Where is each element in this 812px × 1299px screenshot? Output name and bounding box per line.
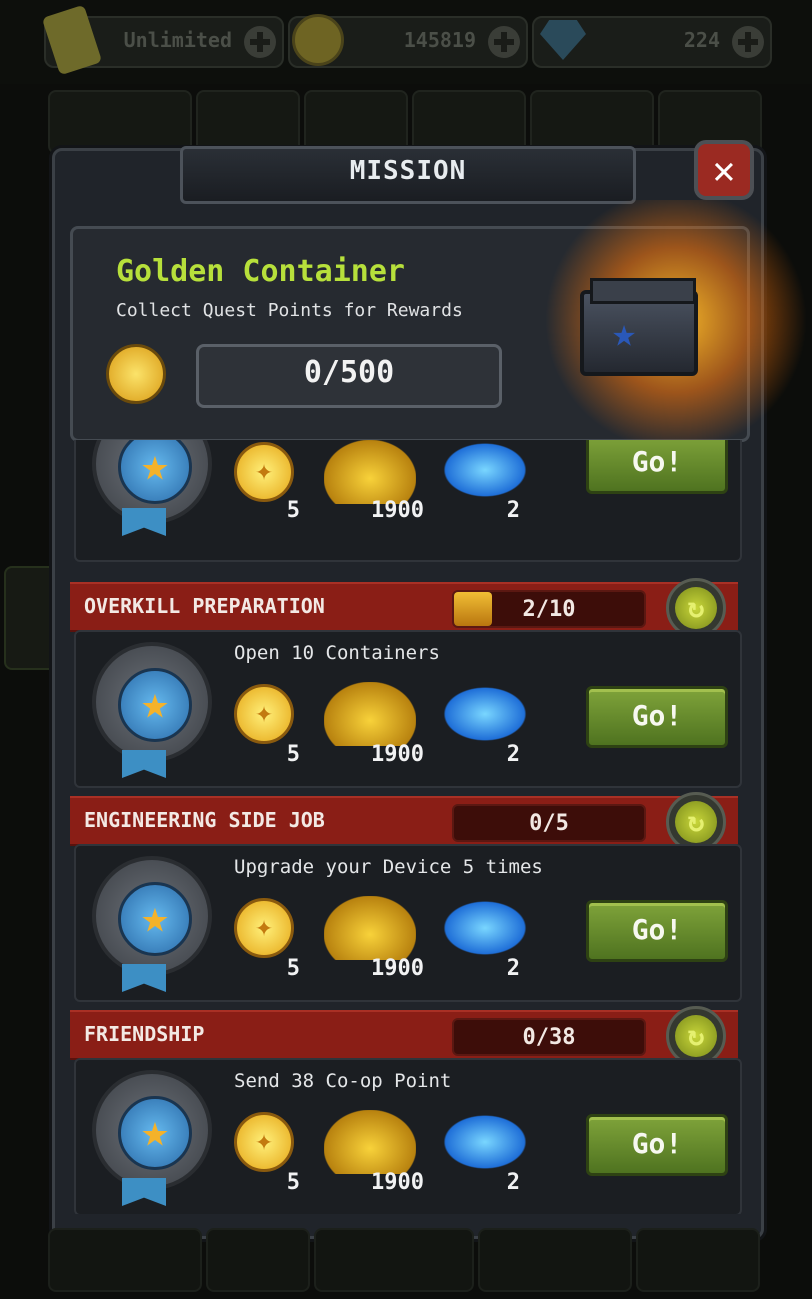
coin-counter[interactable]: 145819 xyxy=(288,14,528,68)
background-tab xyxy=(196,90,300,154)
add-gems-button[interactable] xyxy=(732,26,764,58)
background-tab xyxy=(48,90,192,154)
mission-progress-bar: 0/5 xyxy=(452,804,646,842)
mission-item: ENGINEERING SIDE JOB 0/5 ↻ ★ Upgrade you… xyxy=(70,792,742,1002)
background-tab xyxy=(530,90,654,154)
go-button[interactable]: Go! xyxy=(586,900,728,962)
mission-list[interactable]: ★ 5 1900 2 Go! OVERKILL PREPARATION 2/10… xyxy=(70,440,742,1214)
golden-container-title: Golden Container xyxy=(116,254,405,289)
background-nav-button xyxy=(478,1228,632,1292)
mission-description: Open 10 Containers xyxy=(234,642,440,664)
reward-quest-points: 5 xyxy=(286,1170,300,1195)
refresh-mission-button[interactable]: ↻ xyxy=(666,578,726,638)
rank-badge-icon: ★ xyxy=(92,642,212,762)
background-nav-button xyxy=(636,1228,760,1292)
mission-header: OVERKILL PREPARATION 2/10 ↻ xyxy=(70,578,738,638)
reward-coins: 1900 xyxy=(371,498,424,523)
gold-coins-icon xyxy=(324,1110,416,1174)
reward-gems: 2 xyxy=(506,956,520,981)
mission-item: ★ 5 1900 2 Go! xyxy=(70,440,742,562)
quest-point-icon xyxy=(234,898,294,958)
mission-body: ★ Send 38 Co-op Point 5 1900 2 Go! xyxy=(74,1058,742,1214)
reward-gems: 2 xyxy=(506,1170,520,1195)
add-coins-button[interactable] xyxy=(488,26,520,58)
golden-container-progress-text: 0/500 xyxy=(303,355,395,390)
golden-chest-icon[interactable]: ★ xyxy=(580,278,698,376)
refresh-icon: ↻ xyxy=(675,587,717,629)
quest-point-icon xyxy=(106,344,166,404)
mission-header: FRIENDSHIP 0/38 ↻ xyxy=(70,1006,738,1066)
add-energy-button[interactable] xyxy=(244,26,276,58)
reward-quest-points: 5 xyxy=(286,742,300,767)
badge-ribbon xyxy=(122,508,166,536)
background-nav-button xyxy=(314,1228,474,1292)
gems-icon xyxy=(442,900,528,956)
mission-header: ENGINEERING SIDE JOB 0/5 ↻ xyxy=(70,792,738,852)
gold-coins-icon xyxy=(324,896,416,960)
energy-counter[interactable]: Unlimited xyxy=(41,4,284,76)
reward-quest-points: 5 xyxy=(286,956,300,981)
rank-badge-icon: ★ xyxy=(92,1070,212,1190)
mission-body: ★ Open 10 Containers 5 1900 2 Go! xyxy=(74,630,742,788)
mission-description: Upgrade your Device 5 times xyxy=(234,856,543,878)
mission-progress-text: 2/10 xyxy=(522,597,576,622)
chest-star-icon: ★ xyxy=(612,310,637,356)
background-nav-button xyxy=(206,1228,310,1292)
gem-icon xyxy=(540,20,586,60)
badge-ribbon xyxy=(122,1178,166,1206)
background-nav-button xyxy=(48,1228,202,1292)
badge-ribbon xyxy=(122,964,166,992)
dog-tag-icon xyxy=(41,4,103,76)
go-button[interactable]: Go! xyxy=(586,440,728,494)
energy-value: Unlimited xyxy=(123,28,232,52)
mission-body: ★ 5 1900 2 Go! xyxy=(74,440,742,562)
chest-lid xyxy=(590,278,696,304)
reward-coins: 1900 xyxy=(371,956,424,981)
refresh-icon: ↻ xyxy=(675,1015,717,1057)
mission-name: OVERKILL PREPARATION xyxy=(84,594,325,618)
gems-icon xyxy=(442,1114,528,1170)
go-button[interactable]: Go! xyxy=(586,1114,728,1176)
mission-body: ★ Upgrade your Device 5 times 5 1900 2 G… xyxy=(74,844,742,1002)
gold-coins-icon xyxy=(324,440,416,504)
dialog-title: MISSION xyxy=(349,156,467,186)
close-button[interactable]: ✕ xyxy=(694,140,754,200)
mission-progress-bar: 0/38 xyxy=(452,1018,646,1056)
mission-progress-text: 0/38 xyxy=(522,1025,576,1050)
refresh-mission-button[interactable]: ↻ xyxy=(666,792,726,852)
quest-point-icon xyxy=(234,1112,294,1172)
mission-name: ENGINEERING SIDE JOB xyxy=(84,808,325,832)
gem-value: 224 xyxy=(683,28,720,52)
background-tab xyxy=(412,90,526,154)
mission-progress-text: 0/5 xyxy=(529,811,569,836)
refresh-mission-button[interactable]: ↻ xyxy=(666,1006,726,1066)
gem-counter[interactable]: 224 xyxy=(532,16,772,68)
reward-gems: 2 xyxy=(506,742,520,767)
mission-name: FRIENDSHIP xyxy=(84,1022,205,1046)
badge-ribbon xyxy=(122,750,166,778)
gems-icon xyxy=(442,442,528,498)
quest-point-icon xyxy=(234,442,294,502)
rank-badge-icon: ★ xyxy=(92,856,212,976)
background-tab xyxy=(304,90,408,154)
reward-coins: 1900 xyxy=(371,1170,424,1195)
gold-coins-icon xyxy=(324,682,416,746)
coin-icon xyxy=(292,14,344,66)
quest-point-icon xyxy=(234,684,294,744)
mission-item: OVERKILL PREPARATION 2/10 ↻ ★ Open 10 Co… xyxy=(70,578,742,788)
mission-item: FRIENDSHIP 0/38 ↻ ★ Send 38 Co-op Point … xyxy=(70,1006,742,1214)
mission-description: Send 38 Co-op Point xyxy=(234,1070,452,1092)
coin-value: 145819 xyxy=(403,28,476,52)
refresh-icon: ↻ xyxy=(675,801,717,843)
reward-quest-points: 5 xyxy=(286,498,300,523)
gems-icon xyxy=(442,686,528,742)
reward-coins: 1900 xyxy=(371,742,424,767)
mission-progress-bar: 2/10 xyxy=(452,590,646,628)
golden-container-subtitle: Collect Quest Points for Rewards xyxy=(116,300,463,321)
reward-gems: 2 xyxy=(506,498,520,523)
go-button[interactable]: Go! xyxy=(586,686,728,748)
close-icon: ✕ xyxy=(712,148,736,192)
background-side-button xyxy=(4,566,58,670)
